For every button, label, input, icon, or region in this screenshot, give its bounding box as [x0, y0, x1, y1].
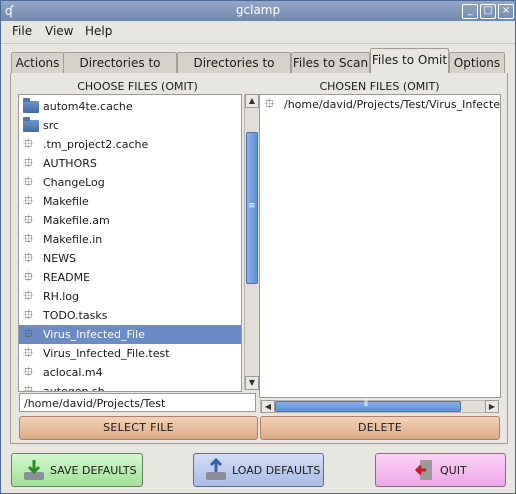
- file-icon: ⯐: [23, 231, 34, 247]
- file-icon: ⯐: [23, 345, 34, 361]
- scrollbar-thumb[interactable]: ⦀: [275, 399, 461, 412]
- list-item[interactable]: ⯐ AUTHORS: [19, 154, 241, 173]
- list-item[interactable]: ⯐ TODO.tasks: [19, 306, 241, 325]
- list-item[interactable]: ⯐ aclocal.m4: [19, 363, 241, 382]
- close-button[interactable]: ×: [498, 4, 514, 19]
- list-item[interactable]: ⯐ autogen.sh: [19, 382, 241, 392]
- list-item[interactable]: ⯐ ChangeLog: [19, 173, 241, 192]
- list-item[interactable]: ⯐ Makefile: [19, 192, 241, 211]
- file-icon: ⯐: [264, 96, 275, 112]
- list-item[interactable]: ⯐ Makefile.in: [19, 230, 241, 249]
- tab-actions[interactable]: Actions: [11, 52, 64, 73]
- menu-view[interactable]: View: [45, 24, 73, 38]
- list-item[interactable]: ⯐ Virus_Infected_File: [19, 325, 241, 344]
- file-icon: ⯐: [23, 326, 34, 342]
- file-icon: ⯐: [23, 193, 34, 209]
- tab-files-to-scan[interactable]: Files to Scan: [291, 52, 370, 73]
- window-title: gclamp: [235, 3, 281, 17]
- file-icon: ⯐: [23, 250, 34, 266]
- quit-button[interactable]: QUIT: [375, 453, 506, 487]
- tab-directories-to-scan[interactable]: Directories to Scan: [63, 52, 177, 90]
- app-window: ʠ gclamp _ □ × File View Help Actions Di…: [0, 0, 516, 494]
- save-defaults-button[interactable]: SAVE DEFAULTS: [11, 453, 143, 487]
- maximize-button[interactable]: □: [480, 4, 496, 19]
- file-icon: ⯐: [23, 288, 34, 304]
- minimize-button[interactable]: _: [462, 4, 478, 19]
- chosen-files-hscrollbar[interactable]: ◀ ⦀ ▶: [260, 399, 499, 413]
- tab-options[interactable]: Options: [449, 52, 505, 73]
- file-icon: ⯐: [23, 136, 34, 152]
- list-item[interactable]: autom4te.cache: [19, 97, 241, 116]
- chosen-files-header: CHOSEN FILES (OMIT): [319, 80, 440, 93]
- menu-file[interactable]: File: [12, 24, 32, 38]
- list-item[interactable]: ⯐ Makefile.am: [19, 211, 241, 230]
- folder-icon: [23, 98, 39, 114]
- file-icon: ⯐: [23, 269, 34, 285]
- menu-help[interactable]: Help: [85, 24, 112, 38]
- list-item[interactable]: ⯐ RH.log: [19, 287, 241, 306]
- list-item[interactable]: ⯐ README: [19, 268, 241, 287]
- title-bar[interactable]: ʠ gclamp _ □ ×: [1, 1, 515, 21]
- list-item[interactable]: ⯐ /home/david/Projects/Test/Virus_Infect…: [260, 95, 500, 114]
- scroll-right-arrow-icon[interactable]: ▶: [485, 400, 499, 413]
- select-file-button[interactable]: SELECT FILE: [19, 416, 258, 440]
- scrollbar-thumb[interactable]: ≡: [246, 132, 258, 284]
- file-icon: ⯐: [23, 307, 34, 323]
- file-icon: ⯐: [23, 155, 34, 171]
- list-item[interactable]: src: [19, 116, 241, 135]
- scroll-down-arrow-icon[interactable]: ▼: [245, 376, 259, 390]
- save-icon: [24, 460, 44, 480]
- list-item[interactable]: ⯐ Virus_Infected_File.test: [19, 344, 241, 363]
- file-icon: ⯐: [23, 383, 34, 392]
- menu-bar: File View Help: [1, 21, 515, 44]
- scroll-left-arrow-icon[interactable]: ◀: [261, 400, 275, 413]
- load-defaults-button[interactable]: LOAD DEFAULTS: [193, 453, 324, 487]
- exit-icon: [414, 460, 432, 480]
- delete-button[interactable]: DELETE: [260, 416, 500, 440]
- choose-files-scrollbar[interactable]: ▲ ≡ ▼: [244, 94, 259, 390]
- file-icon: ⯐: [23, 174, 34, 190]
- path-input[interactable]: /home/david/Projects/Test: [19, 393, 256, 412]
- file-icon: ⯐: [23, 212, 34, 228]
- list-item[interactable]: ⯐ .tm_project2.cache: [19, 135, 241, 154]
- upload-icon: [206, 458, 226, 480]
- choose-files-list[interactable]: autom4te.cache src ⯐ .tm_project2.cache ⯐ AUT…: [18, 94, 242, 392]
- file-icon: ⯐: [23, 364, 34, 380]
- scroll-up-arrow-icon[interactable]: ▲: [245, 94, 259, 108]
- choose-files-header: CHOOSE FILES (OMIT): [77, 80, 198, 93]
- tab-directories-to-omit[interactable]: Directories to Omit: [177, 52, 291, 90]
- tab-files-to-omit[interactable]: Files to Omit: [370, 48, 449, 73]
- chosen-files-list[interactable]: ⯐ /home/david/Projects/Test/Virus_Infect…: [259, 94, 501, 398]
- list-item[interactable]: ⯐ NEWS: [19, 249, 241, 268]
- folder-icon: [23, 117, 39, 133]
